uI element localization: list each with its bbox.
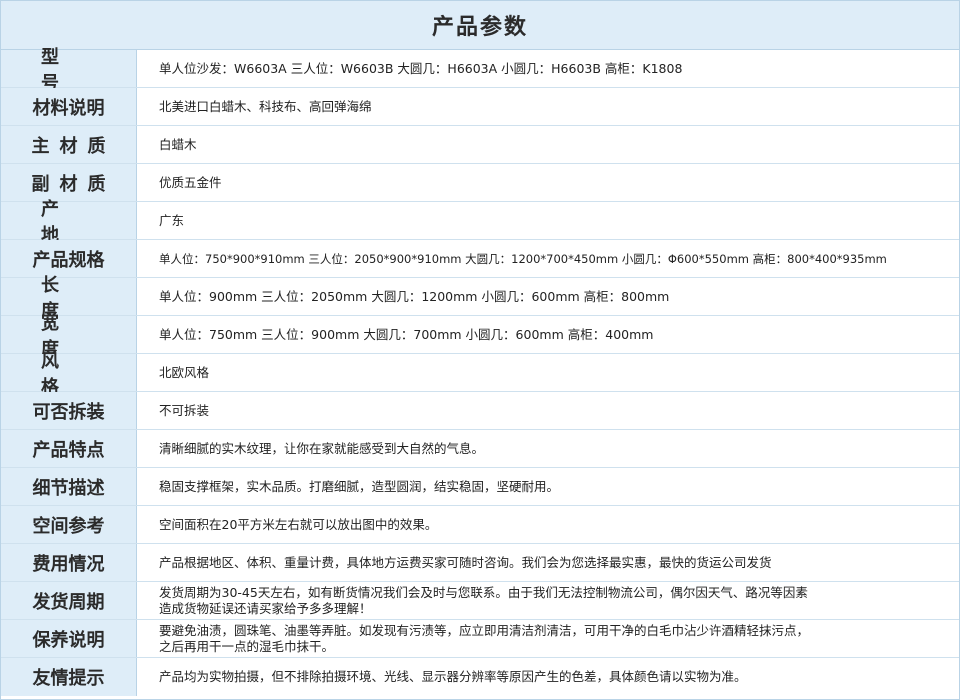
row-value: 白蜡木: [159, 136, 197, 152]
row-label: 产地: [1, 199, 137, 246]
row-friendly-reminder: 友情提示 产品均为实物拍摄，但不排除拍摄环境、光线、显示器分辨率等原因产生的色差…: [1, 658, 959, 696]
row-model: 型号 单人位沙发：W6603A 三人位：W6603B 大圆几：H6603A 小圆…: [1, 47, 959, 94]
table-title-bar: 产品参数: [1, 1, 959, 50]
row-secondary-material: 副材质 优质五金件: [1, 164, 959, 202]
row-label: 材料说明: [1, 88, 137, 125]
row-value: 清晰细腻的实木纹理，让你在家就能感受到大自然的气息。: [159, 440, 485, 456]
row-details: 细节描述 稳固支撑框架，实木品质。打磨细腻，造型圆润，结实稳固，坚硬耐用。: [1, 468, 959, 506]
row-space-reference: 空间参考 空间面积在20平方米左右就可以放出图中的效果。: [1, 506, 959, 544]
product-parameters-table: 产品参数 型号 单人位沙发：W6603A 三人位：W6603B 大圆几：H660…: [0, 0, 960, 700]
row-costs: 费用情况 产品根据地区、体积、重量计费，具体地方运费买家可随时咨询。我们会为您选…: [1, 544, 959, 582]
table-title: 产品参数: [431, 15, 528, 40]
row-origin: 产地 广东: [1, 199, 959, 246]
parameter-rows: 型号 单人位沙发：W6603A 三人位：W6603B 大圆几：H6603A 小圆…: [1, 47, 959, 696]
row-value: 单人位沙发：W6603A 三人位：W6603B 大圆几：H6603A 小圆几：H…: [159, 60, 683, 76]
row-style: 风格 北欧风格: [1, 351, 959, 398]
row-specifications: 产品规格 单人位：750*900*910mm 三人位：2050*900*910m…: [1, 240, 959, 278]
row-label: 主材质: [1, 126, 137, 163]
row-value: 单人位：900mm 三人位：2050mm 大圆几：1200mm 小圆几：600m…: [159, 288, 670, 304]
row-value: 要避免油渍，圆珠笔、油墨等弄脏。如发现有污渍等，应立即用清洁剂清洁，可用干净的白…: [159, 622, 810, 654]
row-value: 北欧风格: [159, 364, 210, 380]
row-material-description: 材料说明 北美进口白蜡木、科技布、高回弹海绵: [1, 88, 959, 126]
row-value: 单人位：750mm 三人位：900mm 大圆几：700mm 小圆几：600mm …: [159, 326, 654, 342]
row-label: 型号: [1, 47, 137, 94]
row-label: 发货周期: [1, 582, 137, 619]
row-label: 风格: [1, 351, 137, 398]
row-delivery-period: 发货周期 发货周期为30-45天左右，如有断货情况我们会及时与您联系。由于我们无…: [1, 582, 959, 620]
row-maintenance: 保养说明 要避免油渍，圆珠笔、油墨等弄脏。如发现有污渍等，应立即用清洁剂清洁，可…: [1, 620, 959, 658]
row-value: 产品均为实物拍摄，但不排除拍摄环境、光线、显示器分辨率等原因产生的色差，具体颜色…: [159, 669, 747, 684]
row-features: 产品特点 清晰细腻的实木纹理，让你在家就能感受到大自然的气息。: [1, 430, 959, 468]
row-value: 优质五金件: [159, 174, 222, 190]
row-value: 单人位：750*900*910mm 三人位：2050*900*910mm 大圆几…: [159, 251, 887, 266]
row-main-material: 主材质 白蜡木: [1, 126, 959, 164]
row-label: 费用情况: [1, 544, 137, 581]
row-label: 友情提示: [1, 658, 137, 696]
row-value: 空间面积在20平方米左右就可以放出图中的效果。: [159, 516, 438, 532]
row-value: 不可拆装: [159, 402, 210, 418]
row-label: 产品特点: [1, 430, 137, 467]
row-detachable: 可否拆装 不可拆装: [1, 392, 959, 430]
row-label: 可否拆装: [1, 392, 137, 429]
row-label: 保养说明: [1, 620, 137, 657]
row-value: 发货周期为30-45天左右，如有断货情况我们会及时与您联系。由于我们无法控制物流…: [159, 584, 808, 616]
row-value: 产品根据地区、体积、重量计费，具体地方运费买家可随时咨询。我们会为您选择最实惠，…: [159, 554, 772, 570]
row-value: 北美进口白蜡木、科技布、高回弹海绵: [159, 98, 372, 114]
row-label: 空间参考: [1, 506, 137, 543]
row-width: 宽度 单人位：750mm 三人位：900mm 大圆几：700mm 小圆几：600…: [1, 313, 959, 360]
row-label: 细节描述: [1, 468, 137, 505]
row-value: 稳固支撑框架，实木品质。打磨细腻，造型圆润，结实稳固，坚硬耐用。: [159, 478, 560, 494]
row-length: 长度 单人位：900mm 三人位：2050mm 大圆几：1200mm 小圆几：6…: [1, 275, 959, 322]
row-value: 广东: [159, 212, 185, 228]
